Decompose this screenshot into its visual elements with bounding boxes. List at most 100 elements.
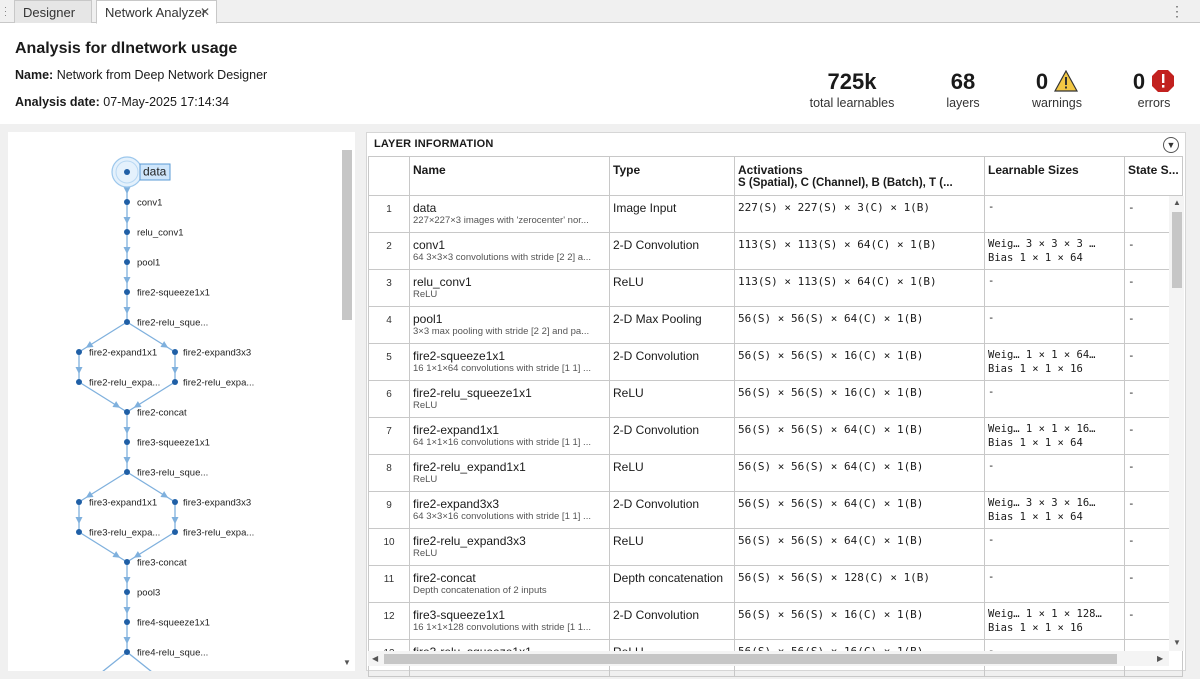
graph-node[interactable]: fire4-relu_sque...	[124, 648, 208, 659]
graph-node[interactable]: fire3-relu_expa...	[76, 528, 160, 539]
scroll-down-icon[interactable]: ▼	[1173, 638, 1181, 647]
learnable-size: Weig… 1 × 1 × 16…	[988, 423, 1096, 435]
row-index: 9	[368, 491, 410, 529]
tab-network-analyzer[interactable]: Network Analyzer ✕	[96, 0, 217, 24]
table-row[interactable]: 7 fire2-expand1x1 64 1×1×16 convolutions w…	[368, 417, 1183, 455]
close-icon[interactable]: ✕	[200, 1, 210, 24]
graph-scrollbar[interactable]: ▼	[340, 146, 354, 671]
graph-node[interactable]: pool3	[124, 588, 160, 599]
graph-node-label: fire2-expand3x3	[183, 348, 251, 359]
layer-type: 2-D Max Pooling	[609, 306, 735, 344]
table-row[interactable]: 3 relu_conv1 ReLU ReLU 113(S) × 113(S) × 64(…	[368, 269, 1183, 307]
col-state-sizes[interactable]: State S...	[1124, 156, 1183, 196]
scroll-right-icon[interactable]: ▶	[1157, 654, 1163, 663]
graph-node[interactable]: fire4-squeeze1x1	[124, 618, 210, 629]
table-row[interactable]: 6 fire2-relu_squeeze1x1 ReLU ReLU 56(S) × 56…	[368, 380, 1183, 418]
graph-node-label: fire3-concat	[137, 558, 187, 569]
graph-node[interactable]: fire2-squeeze1x1	[124, 288, 210, 299]
graph-node-label: fire4-squeeze1x1	[137, 618, 210, 629]
learnable-size: Bias 1 × 1 × 16	[988, 622, 1083, 634]
learnable-size: Bias 1 × 1 × 16	[988, 363, 1083, 375]
layer-activations: 113(S) × 113(S) × 64(C) × 1(B)	[734, 269, 985, 307]
graph-node[interactable]: fire2-concat	[124, 408, 187, 419]
graph-node[interactable]: fire3-squeeze1x1	[124, 438, 210, 449]
tab-designer[interactable]: Designer	[14, 0, 92, 23]
table-row[interactable]: 12 fire3-squeeze1x1 16 1×1×128 convolution…	[368, 602, 1183, 640]
tab-bar: · · · Designer Network Analyzer ✕ ⋮	[0, 0, 1200, 24]
graph-node[interactable]: relu_conv1	[124, 228, 183, 239]
table-row[interactable]: 1 data 227×227×3 images with 'zerocenter' …	[368, 195, 1183, 233]
layer-name: conv1	[413, 238, 446, 252]
more-options-icon[interactable]: ⋮	[1170, 3, 1184, 20]
layer-name-cell: conv1 64 3×3×3 convolutions with stride […	[409, 232, 610, 270]
row-index: 12	[368, 602, 410, 640]
table-hscroll-thumb[interactable]	[384, 654, 1117, 664]
scroll-down-icon[interactable]: ▼	[343, 658, 351, 667]
graph-node[interactable]: fire2-relu_expa...	[172, 378, 254, 389]
col-learnable-sizes[interactable]: Learnable Sizes	[984, 156, 1125, 196]
graph-edge	[75, 502, 83, 532]
layer-description: 64 1×1×16 convolutions with stride [1 1]…	[413, 437, 591, 448]
warning-icon	[1054, 70, 1079, 92]
table-row[interactable]: 4 pool1 3×3 max pooling with stride [2 2] …	[368, 306, 1183, 344]
graph-node[interactable]: fire3-expand3x3	[172, 498, 251, 509]
layer-activations: 56(S) × 56(S) × 64(C) × 1(B)	[734, 528, 985, 566]
table-row[interactable]: 2 conv1 64 3×3×3 convolutions with stride …	[368, 232, 1183, 270]
col-activations[interactable]: Activations S (Spatial), C (Channel), B …	[734, 156, 985, 196]
graph-node[interactable]: conv1	[124, 198, 162, 209]
warnings-label: warnings	[1031, 96, 1083, 110]
network-graph[interactable]: data conv1 relu_conv1 pool1 fire2-squeeze1x1…	[8, 132, 343, 671]
table-horizontal-scrollbar[interactable]: ◀ ▶	[368, 651, 1169, 666]
table-vscroll-thumb[interactable]	[1172, 212, 1182, 288]
graph-node[interactable]: fire3-relu_sque...	[124, 468, 208, 479]
layer-name: fire2-concat	[413, 571, 476, 585]
layer-description: 64 3×3×16 convolutions with stride [1 1]…	[413, 511, 591, 522]
layer-learnables: -	[984, 565, 1125, 603]
table-vertical-scrollbar[interactable]: ▲ ▼	[1169, 196, 1184, 651]
table-row[interactable]: 10 fire2-relu_expand3x3 ReLU ReLU 56(S) × 56…	[368, 528, 1183, 566]
graph-node[interactable]: fire3-concat	[124, 558, 187, 569]
learnable-size: -	[988, 201, 995, 213]
layer-learnables: -	[984, 269, 1125, 307]
graph-node[interactable]: fire2-relu_expa...	[76, 378, 160, 389]
layer-activations: 56(S) × 56(S) × 128(C) × 1(B)	[734, 565, 985, 603]
scroll-left-icon[interactable]: ◀	[372, 654, 378, 663]
graph-node[interactable]: fire3-expand1x1	[76, 498, 157, 509]
row-index: 4	[368, 306, 410, 344]
layer-activations: 56(S) × 56(S) × 64(C) × 1(B)	[734, 491, 985, 529]
graph-node[interactable]: pool1	[124, 258, 160, 269]
grip-icon[interactable]: · · ·	[4, 3, 7, 20]
stat-errors[interactable]: 0 errors	[1124, 68, 1184, 110]
graph-node[interactable]: fire2-expand3x3	[172, 348, 251, 359]
stat-warnings[interactable]: 0 warnings	[1024, 68, 1090, 110]
graph-node[interactable]: fire3-relu_expa...	[172, 528, 254, 539]
table-row[interactable]: 8 fire2-relu_expand1x1 ReLU ReLU 56(S) × 56(…	[368, 454, 1183, 492]
graph-edge	[171, 502, 179, 532]
table-row[interactable]: 11 fire2-concat Depth concatenation of 2 i…	[368, 565, 1183, 603]
graph-edge	[123, 592, 131, 622]
graph-node-label: fire3-squeeze1x1	[137, 438, 210, 449]
table-row[interactable]: 5 fire2-squeeze1x1 16 1×1×64 convolutions …	[368, 343, 1183, 381]
stat-layers: 68 layers	[933, 68, 993, 110]
table-row[interactable]: 9 fire2-expand3x3 64 3×3×16 convolutions w…	[368, 491, 1183, 529]
layer-description: ReLU	[413, 474, 438, 485]
graph-node[interactable]: data	[111, 156, 171, 188]
analysis-date: Analysis date: 07-May-2025 17:14:34	[15, 95, 229, 109]
graph-edge	[123, 442, 131, 472]
graph-node-label: fire3-relu_expa...	[89, 528, 160, 539]
graph-node[interactable]: fire2-expand1x1	[76, 348, 157, 359]
layer-description: 64 3×3×3 convolutions with stride [2 2] …	[413, 252, 591, 263]
scroll-up-icon[interactable]: ▲	[1173, 198, 1181, 207]
layer-learnables: Weig… 1 × 1 × 128… Bias 1 × 1 × 16	[984, 602, 1125, 640]
col-type[interactable]: Type	[609, 156, 735, 196]
learnables-label: total learnables	[809, 96, 895, 110]
col-name[interactable]: Name	[409, 156, 610, 196]
chevron-down-icon[interactable]: ▼	[1163, 137, 1179, 153]
graph-node[interactable]: fire2-relu_sque...	[124, 318, 208, 329]
date-label: Analysis date:	[15, 95, 100, 109]
network-graph-panel[interactable]: data conv1 relu_conv1 pool1 fire2-squeeze1x1…	[8, 132, 355, 671]
graph-scroll-thumb[interactable]	[342, 150, 352, 320]
learnable-size: Bias 1 × 1 × 64	[988, 511, 1083, 523]
graph-edge	[123, 622, 131, 652]
learnable-size: Weig… 3 × 3 × 3 …	[988, 238, 1096, 250]
